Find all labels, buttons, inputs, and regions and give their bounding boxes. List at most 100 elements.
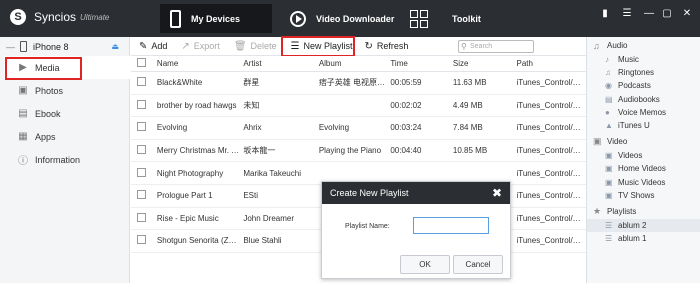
app-name: Syncios: [34, 10, 77, 24]
column-header-time[interactable]: Time: [390, 59, 453, 68]
category-home-videos[interactable]: ▣ Home Videos: [587, 162, 700, 175]
column-header-path[interactable]: Path: [516, 59, 586, 68]
ok-button[interactable]: OK: [400, 255, 450, 274]
toolbar: ✎ Add ↗ Export 🗑 Delete ☰ New Playlist ↻…: [131, 37, 586, 56]
cell-artist: Blue Stahli: [243, 236, 282, 246]
cell-name: brother by road hawgs: [156, 100, 237, 110]
play-circle-icon: [290, 10, 306, 27]
graduation-cap-icon: ▲: [605, 121, 613, 131]
cancel-button[interactable]: Cancel: [453, 255, 503, 274]
cell-time: 00:04:40: [390, 146, 422, 156]
sidebar-item-ebook[interactable]: ▤ Ebook: [0, 102, 129, 125]
cell-size: 7.84 MB: [452, 123, 483, 133]
cell-path: iTunes_Control/Mu...: [516, 191, 587, 201]
section-playlists[interactable]: ★ Playlists: [587, 204, 700, 219]
row-checkbox[interactable]: [131, 77, 153, 88]
sidebar-item-information[interactable]: ⓘ Information: [0, 148, 129, 171]
star-icon: ★: [593, 205, 602, 216]
syncios-logo-icon: S: [10, 9, 26, 25]
row-checkbox[interactable]: [131, 99, 153, 111]
playlist-ablum-2[interactable]: ☰ ablum 2: [587, 218, 700, 233]
device-selector[interactable]: — iPhone 8 ⏏: [0, 37, 129, 56]
app-edition: Ultimate: [80, 12, 110, 22]
menu-icon[interactable]: ☰: [620, 6, 634, 20]
cell-time: 00:05:59: [390, 78, 422, 88]
table-row[interactable]: Evolving Ahrix Evolving 00:03:24 7.84 MB iTun…: [131, 117, 586, 140]
category-podcasts[interactable]: ◉ Podcasts: [587, 79, 700, 92]
category-voice-memos[interactable]: ● Voice Memos: [587, 106, 700, 119]
cell-artist: 坂本龍一: [243, 146, 276, 156]
category-audiobooks[interactable]: ▤ Audiobooks: [587, 93, 700, 106]
sidebar-item-photos[interactable]: ▣ Photos: [0, 79, 129, 102]
music-icon: ♪: [605, 55, 609, 65]
dialog-close-icon[interactable]: ✖: [492, 186, 502, 200]
playlist-name-input[interactable]: [413, 217, 489, 234]
cell-time: 00:02:02: [390, 100, 422, 110]
cell-path: iTunes_Control/Mu...: [516, 236, 587, 246]
tab-video-downloader[interactable]: Video Downloader: [282, 4, 400, 33]
playlist-ablum-1[interactable]: ☰ ablum 1: [587, 232, 700, 245]
iphone-icon: [20, 41, 27, 52]
section-video[interactable]: ▣ Video: [587, 134, 700, 149]
search-input[interactable]: ⚲ Search: [458, 40, 534, 53]
cell-path: iTunes_Control/Mu...: [516, 78, 587, 88]
refresh-button[interactable]: ↻ Refresh: [365, 41, 409, 52]
category-ringtones[interactable]: ♫ Ringtones: [587, 66, 700, 79]
category-videos[interactable]: ▣ Videos: [587, 149, 700, 162]
category-tv-shows[interactable]: ▣ TV Shows: [587, 189, 700, 202]
cell-size: 10.85 MB: [452, 146, 488, 156]
sidebar-item-apps[interactable]: ▦ Apps: [0, 125, 129, 148]
column-header-name[interactable]: Name: [153, 59, 243, 68]
playlist-icon: ☰: [605, 234, 613, 244]
category-music[interactable]: ♪ Music: [587, 53, 700, 66]
video-icon: ▣: [593, 136, 602, 147]
cell-path: iTunes_Control/Mu...: [516, 213, 587, 223]
table-row[interactable]: Black&White 群星 痞子英雄 电视原声... 00:05:59 11.63 M…: [131, 72, 586, 95]
cell-name: Black&White: [156, 78, 203, 88]
column-header-artist[interactable]: Artist: [243, 59, 318, 68]
export-button[interactable]: ↗ Export: [181, 41, 219, 52]
row-checkbox[interactable]: [131, 167, 153, 179]
row-checkbox[interactable]: [131, 235, 153, 246]
delete-button[interactable]: 🗑 Delete: [234, 41, 277, 52]
home-video-icon: ▣: [605, 164, 613, 174]
dialog-title: Create New Playlist: [322, 182, 510, 204]
tab-toolkit[interactable]: Toolkit: [406, 4, 506, 33]
row-checkbox[interactable]: [131, 190, 153, 201]
section-audio[interactable]: ♫ Audio: [587, 38, 700, 53]
row-checkbox[interactable]: [131, 212, 153, 224]
column-header-album[interactable]: Album: [319, 59, 391, 68]
title-bar: S Syncios Ultimate My Devices Video Down…: [0, 0, 700, 37]
cell-path: iTunes_Control/Mu...: [516, 100, 587, 110]
category-music-videos[interactable]: ▣ Music Videos: [587, 176, 700, 189]
cell-artist: 未知: [243, 100, 260, 110]
row-checkbox[interactable]: [131, 145, 153, 156]
ebook-icon: ▤: [18, 108, 28, 119]
category-itunes-u[interactable]: ▲ iTunes U: [587, 119, 700, 132]
select-all-checkbox[interactable]: [131, 58, 153, 69]
cell-path: iTunes_Control/Mu...: [516, 146, 587, 156]
cell-name: Merry Christmas Mr. La...: [156, 146, 244, 156]
chat-icon[interactable]: ▮: [598, 6, 612, 20]
minimize-icon[interactable]: —: [642, 6, 656, 20]
cell-artist: John Dreamer: [243, 213, 295, 223]
new-playlist-highlight-box: [281, 36, 355, 57]
microphone-icon: ●: [605, 107, 610, 117]
info-icon: ⓘ: [18, 156, 28, 167]
cell-artist: Marika Takeuchi: [243, 168, 301, 178]
close-icon[interactable]: ✕: [680, 6, 694, 20]
table-row[interactable]: Merry Christmas Mr. La... 坂本龍一 Playing the…: [131, 140, 586, 163]
maximize-icon[interactable]: ▢: [660, 6, 674, 20]
eject-icon[interactable]: ⏏: [111, 42, 119, 51]
add-button[interactable]: ✎ Add: [139, 41, 167, 52]
table-row[interactable]: brother by road hawgs 未知 00:02:02 4.49 MB iT…: [131, 95, 586, 118]
column-header-size[interactable]: Size: [453, 59, 517, 68]
cell-name: Prologue Part 1: [156, 191, 213, 201]
app-logo: S Syncios Ultimate: [10, 9, 109, 25]
cell-path: iTunes_Control/Mu...: [516, 168, 587, 178]
row-checkbox[interactable]: [131, 122, 153, 133]
device-name: iPhone 8: [33, 41, 69, 52]
cell-path: iTunes_Control/Mu...: [516, 123, 587, 133]
tab-my-devices[interactable]: My Devices: [160, 4, 272, 33]
refresh-icon: ↻: [364, 40, 373, 52]
